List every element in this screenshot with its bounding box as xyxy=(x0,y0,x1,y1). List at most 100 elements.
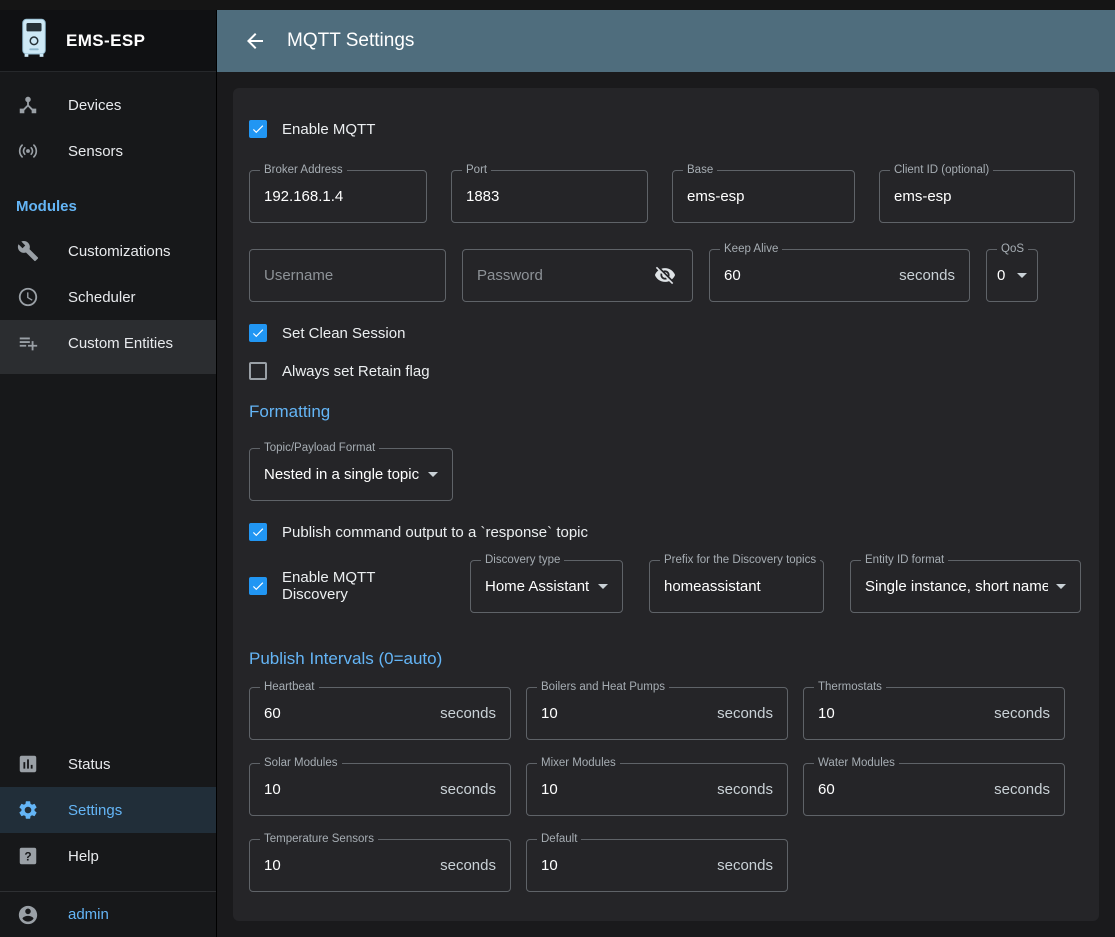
qos-select[interactable]: QoS 0 xyxy=(986,249,1038,302)
retain-flag-checkbox[interactable]: Always set Retain flag xyxy=(249,352,1083,390)
app-title: EMS-ESP xyxy=(66,31,145,51)
sidebar-nav: Devices Sensors Modules xyxy=(0,72,216,374)
field-suffix: seconds xyxy=(717,705,773,722)
sidebar-item-label: Help xyxy=(68,848,99,865)
discovery-prefix-field[interactable]: Prefix for the Discovery topics homeassi… xyxy=(649,560,824,613)
sidebar: EMS-ESP Devices Se xyxy=(0,10,217,937)
sidebar-item-sensors[interactable]: Sensors xyxy=(0,128,216,174)
field-label: Base xyxy=(683,164,717,177)
mixer-interval-field[interactable]: Mixer Modules 10 seconds xyxy=(526,763,788,816)
playlist-add-icon xyxy=(16,331,40,355)
help-icon: ? xyxy=(16,844,40,868)
port-field[interactable]: Port 1883 xyxy=(451,170,648,223)
field-value: 60 xyxy=(264,705,432,722)
main-area: MQTT Settings Enable MQTT Broker Address… xyxy=(217,10,1115,937)
field-label: Mixer Modules xyxy=(537,757,620,770)
field-value: 10 xyxy=(264,857,432,874)
publish-response-checkbox[interactable]: Publish command output to a `response` t… xyxy=(249,513,1083,551)
page-title: MQTT Settings xyxy=(287,30,414,52)
checkbox-label: Enable MQTT Discovery xyxy=(282,569,444,603)
password-field[interactable]: Password xyxy=(462,249,693,302)
app-header: MQTT Settings xyxy=(217,10,1115,72)
field-value: 10 xyxy=(541,857,709,874)
client-id-field[interactable]: Client ID (optional) ems-esp xyxy=(879,170,1075,223)
field-label: Topic/Payload Format xyxy=(260,442,379,455)
topic-format-select[interactable]: Topic/Payload Format Nested in a single … xyxy=(249,448,453,501)
field-value: 10 xyxy=(818,705,986,722)
device-hub-icon xyxy=(16,93,40,117)
field-label: Solar Modules xyxy=(260,757,342,770)
sidebar-section-modules: Modules xyxy=(0,184,216,228)
sidebar-user-row[interactable]: admin xyxy=(0,891,216,937)
field-suffix: seconds xyxy=(717,857,773,874)
clock-icon xyxy=(16,285,40,309)
field-suffix: seconds xyxy=(899,267,955,284)
broker-address-field[interactable]: Broker Address 192.168.1.4 xyxy=(249,170,427,223)
checkbox-label: Enable MQTT xyxy=(282,121,375,138)
solar-interval-field[interactable]: Solar Modules 10 seconds xyxy=(249,763,511,816)
arrow-back-icon xyxy=(243,29,267,53)
checkbox-icon xyxy=(249,577,267,595)
enable-mqtt-checkbox[interactable]: Enable MQTT xyxy=(249,110,1083,148)
dropdown-caret-icon xyxy=(428,472,438,477)
field-label: Client ID (optional) xyxy=(890,164,993,177)
sidebar-item-custom-entities[interactable]: Custom Entities xyxy=(0,320,216,366)
discovery-type-select[interactable]: Discovery type Home Assistant xyxy=(470,560,623,613)
checkbox-icon xyxy=(249,120,267,138)
back-button[interactable] xyxy=(243,29,267,53)
checkbox-label: Publish command output to a `response` t… xyxy=(282,524,588,541)
field-value: Single instance, short name xyxy=(865,578,1048,595)
boilers-interval-field[interactable]: Boilers and Heat Pumps 10 seconds xyxy=(526,687,788,740)
field-value: 0 xyxy=(997,267,1009,284)
sidebar-item-label: Sensors xyxy=(68,143,123,160)
default-interval-field[interactable]: Default 10 seconds xyxy=(526,839,788,892)
sidebar-item-settings[interactable]: Settings xyxy=(0,787,216,833)
account-circle-icon xyxy=(16,903,40,927)
sidebar-item-devices[interactable]: Devices xyxy=(0,82,216,128)
svg-text:?: ? xyxy=(24,850,31,864)
gear-icon xyxy=(16,798,40,822)
sidebar-item-help[interactable]: ? Help xyxy=(0,833,216,879)
checkbox-label: Always set Retain flag xyxy=(282,363,430,380)
field-value: 60 xyxy=(818,781,986,798)
wrench-icon xyxy=(16,239,40,263)
sidebar-item-status[interactable]: Status xyxy=(0,741,216,787)
field-placeholder: Password xyxy=(477,267,646,284)
field-label: Discovery type xyxy=(481,554,564,567)
checkbox-label: Set Clean Session xyxy=(282,325,405,342)
field-value: Nested in a single topic xyxy=(264,466,420,483)
field-suffix: seconds xyxy=(440,857,496,874)
sidebar-item-customizations[interactable]: Customizations xyxy=(0,228,216,274)
username-field[interactable]: Username xyxy=(249,249,446,302)
field-label: Water Modules xyxy=(814,757,899,770)
clean-session-checkbox[interactable]: Set Clean Session xyxy=(249,314,1083,352)
field-label: Temperature Sensors xyxy=(260,833,378,846)
temperature-sensors-interval-field[interactable]: Temperature Sensors 10 seconds xyxy=(249,839,511,892)
field-value: 10 xyxy=(541,705,709,722)
formatting-heading: Formatting xyxy=(249,402,1083,422)
enable-discovery-checkbox[interactable]: Enable MQTT Discovery xyxy=(249,567,444,605)
sensors-icon xyxy=(16,139,40,163)
sidebar-item-label: Status xyxy=(68,756,111,773)
checkbox-icon xyxy=(249,523,267,541)
water-interval-field[interactable]: Water Modules 60 seconds xyxy=(803,763,1065,816)
field-label: Entity ID format xyxy=(861,554,948,567)
thermostats-interval-field[interactable]: Thermostats 10 seconds xyxy=(803,687,1065,740)
field-value: ems-esp xyxy=(687,188,840,205)
field-label: Prefix for the Discovery topics xyxy=(660,554,820,567)
field-value: ems-esp xyxy=(894,188,1060,205)
entity-id-format-select[interactable]: Entity ID format Single instance, short … xyxy=(850,560,1081,613)
keep-alive-field[interactable]: Keep Alive 60 seconds xyxy=(709,249,970,302)
field-suffix: seconds xyxy=(440,781,496,798)
sidebar-item-label: Devices xyxy=(68,97,121,114)
discovery-row: Enable MQTT Discovery Discovery type Hom… xyxy=(249,557,1083,615)
field-value: 10 xyxy=(541,781,709,798)
field-label: QoS xyxy=(997,243,1028,256)
heartbeat-interval-field[interactable]: Heartbeat 60 seconds xyxy=(249,687,511,740)
sidebar-item-scheduler[interactable]: Scheduler xyxy=(0,274,216,320)
field-label: Keep Alive xyxy=(720,243,782,256)
base-field[interactable]: Base ems-esp xyxy=(672,170,855,223)
checkbox-icon xyxy=(249,362,267,380)
visibility-off-icon[interactable] xyxy=(654,264,678,288)
broker-row: Broker Address 192.168.1.4 Port 1883 Bas… xyxy=(249,170,1083,223)
